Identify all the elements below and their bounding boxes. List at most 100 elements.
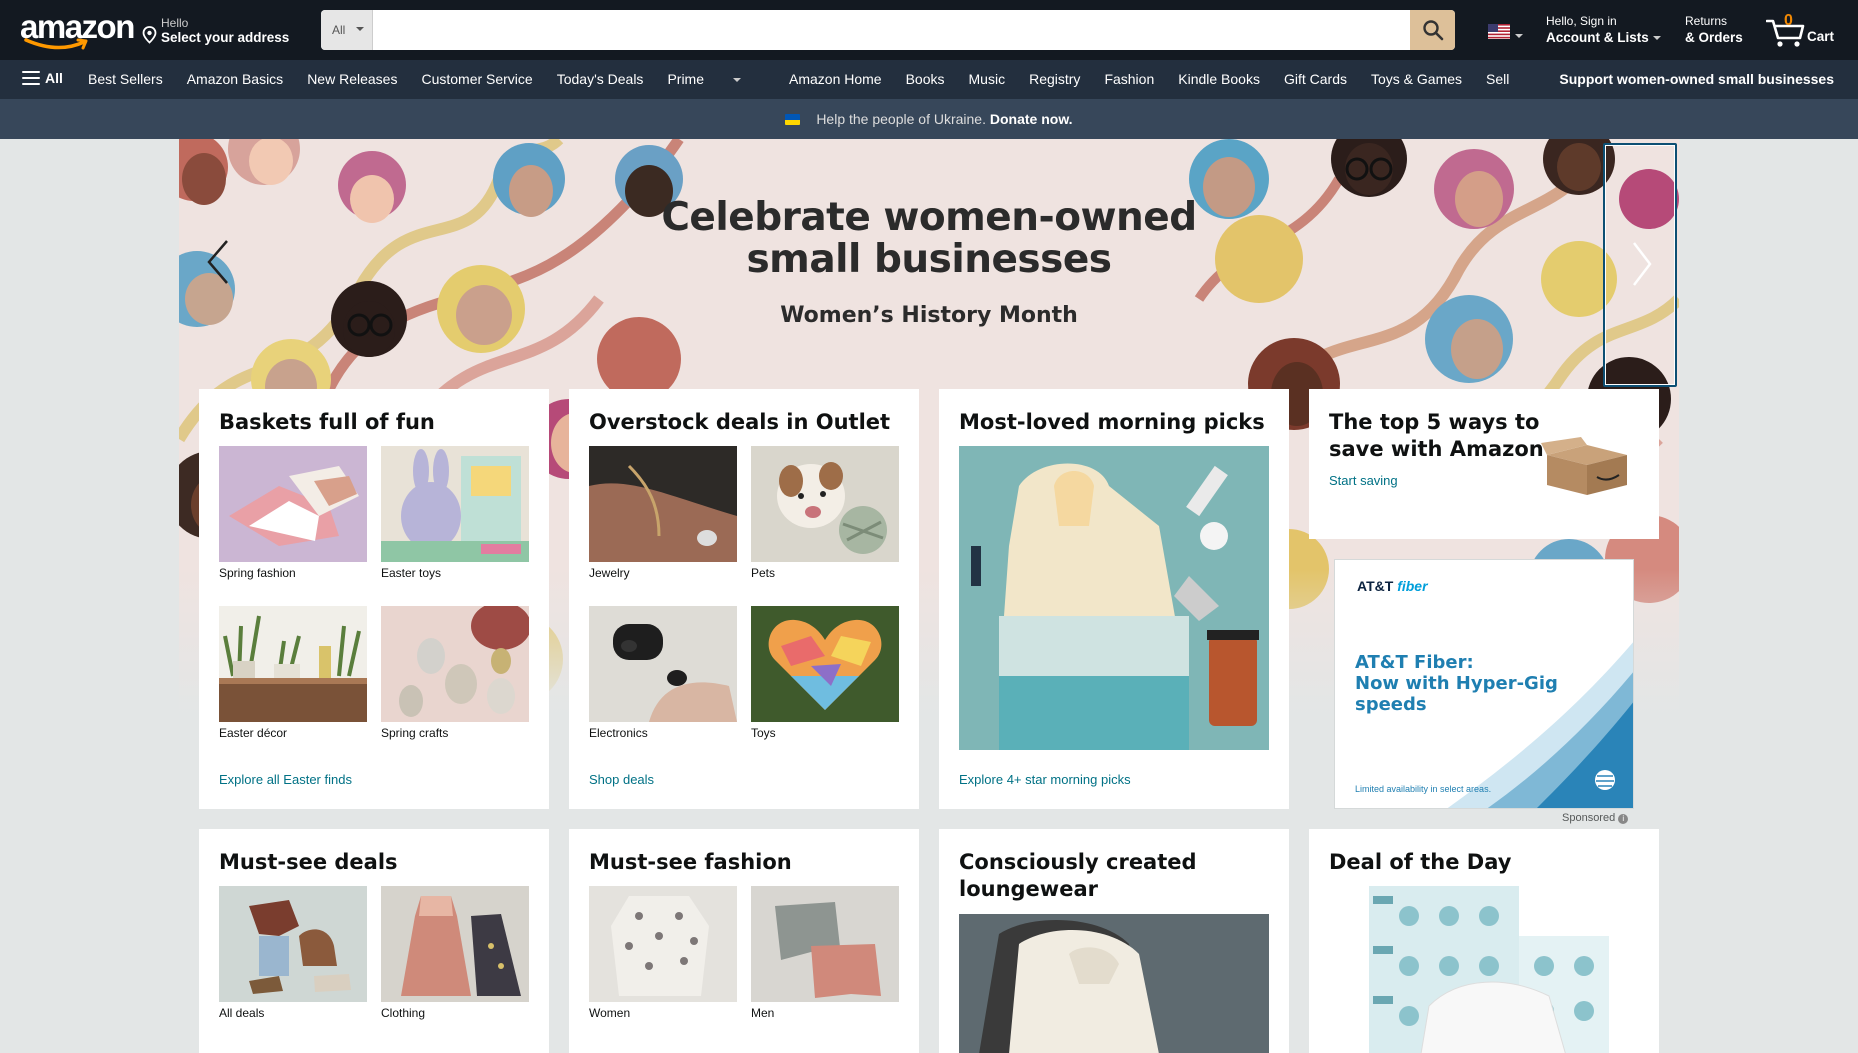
ad-headline: AT&T Fiber: Now with Hyper-Gig speeds — [1355, 652, 1633, 715]
card-title: Must-see fashion — [589, 850, 792, 874]
explore-morning-link[interactable]: Explore 4+ star morning picks — [959, 772, 1131, 787]
search-button[interactable] — [1410, 10, 1455, 50]
search-category-label: All — [332, 23, 346, 37]
quad-item[interactable]: Clothing — [381, 886, 529, 1020]
quad-item[interactable]: Easter décor — [219, 606, 367, 740]
hamburger-icon — [22, 71, 40, 85]
all-deals-image — [219, 886, 367, 1002]
returns-label: Returns — [1685, 14, 1728, 28]
quad-item[interactable]: Spring crafts — [381, 606, 529, 740]
nav-link-amazon-home[interactable]: Amazon Home — [789, 71, 882, 87]
pets-image — [751, 446, 899, 562]
easter-toys-image — [381, 446, 529, 562]
sponsored-label[interactable]: Sponsored i — [1562, 812, 1629, 824]
chevron-left-icon — [207, 240, 228, 284]
clothing-image — [381, 886, 529, 1002]
nav-link-books[interactable]: Books — [906, 71, 945, 87]
carousel-next-button[interactable] — [1603, 143, 1677, 387]
cart-label: Cart — [1807, 29, 1835, 44]
search-category-dropdown[interactable]: All — [321, 10, 373, 50]
returns-orders[interactable]: Returns & Orders — [1685, 14, 1743, 45]
nav-link-registry[interactable]: Registry — [1029, 71, 1080, 87]
spring-fashion-image — [219, 446, 367, 562]
nav-link-prime[interactable]: Prime — [667, 71, 765, 87]
cart-count: 0 — [1784, 12, 1793, 29]
top-header: amazon Hello Select your address All Hel… — [0, 0, 1858, 60]
card-easter: Baskets full of fun Spring fashion Easte… — [199, 389, 549, 809]
quad-item[interactable]: Women — [589, 886, 737, 1020]
quad-caption: Spring crafts — [381, 726, 449, 740]
chevron-down-icon — [356, 27, 364, 31]
card-title: Deal of the Day — [1329, 850, 1512, 874]
nav-link-amazon-basics[interactable]: Amazon Basics — [187, 71, 283, 87]
quad-caption: Clothing — [381, 1006, 426, 1020]
att-fiber-logo: AT&T fiber — [1357, 578, 1428, 594]
chevron-down-icon — [1515, 34, 1523, 38]
account-greeting: Hello, Sign in — [1546, 14, 1617, 28]
card-title: Consciously created loungewear — [959, 849, 1269, 903]
nav-link-todays-deals[interactable]: Today's Deals — [557, 71, 644, 87]
main-nav: All Best Sellers Amazon Basics New Relea… — [0, 60, 1858, 99]
nav-link-toys-games[interactable]: Toys & Games — [1371, 71, 1462, 87]
amazon-logo[interactable]: amazon — [20, 10, 135, 50]
quad-item[interactable]: All deals — [219, 886, 367, 1020]
quad-caption: All deals — [219, 1006, 265, 1020]
us-flag-icon[interactable] — [1488, 24, 1510, 39]
nav-link-best-sellers[interactable]: Best Sellers — [88, 71, 163, 87]
morning-picks-image[interactable] — [959, 446, 1269, 750]
hero-title-line2: small businesses — [746, 237, 1112, 282]
quad-item[interactable]: Men — [751, 886, 899, 1020]
nav-link-fashion[interactable]: Fashion — [1104, 71, 1154, 87]
quad-item[interactable]: Jewelry — [589, 446, 737, 580]
location-pin-icon — [142, 26, 157, 44]
shop-deals-link[interactable]: Shop deals — [589, 772, 654, 787]
search-input[interactable] — [373, 10, 1407, 50]
ad-fine-print: Limited availability in select areas. — [1355, 784, 1492, 794]
card-morning: Most-loved morning picks Explore 4+ star… — [939, 389, 1289, 809]
search-bar: All — [321, 10, 1455, 50]
nav-link-new-releases[interactable]: New Releases — [307, 71, 397, 87]
quad-item[interactable]: Spring fashion — [219, 446, 367, 580]
orders-label: & Orders — [1685, 30, 1743, 45]
prime-label: Prime — [667, 71, 704, 87]
ad-headline-line2: Now with Hyper-Gig speeds — [1355, 673, 1558, 715]
explore-easter-link[interactable]: Explore all Easter finds — [219, 772, 352, 787]
card-title-line1: Consciously created — [959, 850, 1197, 874]
loungewear-image[interactable] — [959, 914, 1269, 1053]
deal-of-the-day-image[interactable] — [1369, 886, 1609, 1053]
easter-decor-image — [219, 606, 367, 722]
nav-link-music[interactable]: Music — [969, 71, 1006, 87]
start-saving-link[interactable]: Start saving — [1329, 473, 1398, 488]
ukraine-text: Help the people of Ukraine. — [816, 111, 986, 127]
card-must-see-deals: Must-see deals All deals Clothing — [199, 829, 549, 1053]
quad-caption: Jewelry — [589, 566, 630, 580]
all-menu-button[interactable]: All — [22, 70, 63, 86]
hero-title: Celebrate women-owned small businesses — [629, 197, 1229, 281]
electronics-image — [589, 606, 737, 722]
cart-button[interactable]: 0 Cart — [1766, 12, 1850, 52]
card-outlet: Overstock deals in Outlet Jewelry Pets E… — [569, 389, 919, 809]
quad-caption: Electronics — [589, 726, 648, 740]
carousel-prev-button[interactable] — [203, 237, 233, 287]
quad-caption: Women — [589, 1006, 631, 1020]
fiber-wordmark: fiber — [1397, 578, 1428, 594]
donate-link[interactable]: Donate now. — [990, 111, 1073, 127]
all-label: All — [45, 70, 63, 86]
nav-link-gift-cards[interactable]: Gift Cards — [1284, 71, 1347, 87]
men-fashion-image — [751, 886, 899, 1002]
amazon-box-icon — [1541, 437, 1627, 495]
chevron-right-icon — [1633, 242, 1652, 286]
quad-item[interactable]: Pets — [751, 446, 899, 580]
info-icon: i — [1618, 814, 1629, 824]
ukraine-flag-icon — [785, 114, 801, 125]
quad-item[interactable]: Easter toys — [381, 446, 529, 580]
att-fiber-ad[interactable]: AT&T fiber AT&T Fiber: Now with Hyper-Gi… — [1334, 559, 1634, 809]
account-menu[interactable]: Hello, Sign in Account & Lists — [1546, 14, 1661, 45]
quad-caption: Toys — [751, 726, 776, 740]
nav-link-kindle-books[interactable]: Kindle Books — [1178, 71, 1260, 87]
quad-item[interactable]: Toys — [751, 606, 899, 740]
nav-link-customer-service[interactable]: Customer Service — [421, 71, 532, 87]
nav-link-sell[interactable]: Sell — [1486, 71, 1509, 87]
quad-item[interactable]: Electronics — [589, 606, 737, 740]
nav-link-women-owned[interactable]: Support women-owned small businesses — [1559, 71, 1834, 87]
